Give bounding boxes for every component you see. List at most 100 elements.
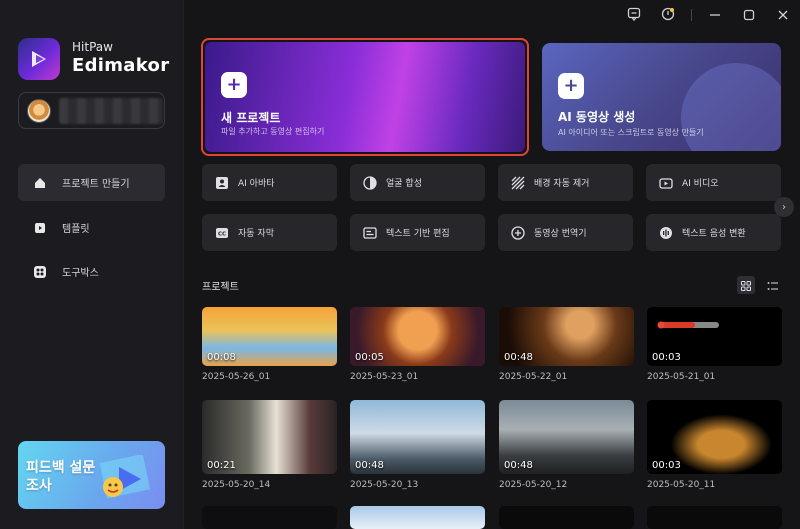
tool-ai-video[interactable]: AI 비디오 [646,164,781,201]
project-card[interactable]: 00:08 2025-05-26_01 [202,307,337,382]
cc-icon: CC [214,225,230,241]
project-card[interactable]: 00:03 2025-05-21_01 [647,307,782,382]
project-thumbnail: 00:21 [202,400,337,474]
tool-bg-remove[interactable]: 배경 자동 제거 [498,164,633,201]
account-name-blurred [59,97,163,124]
project-thumbnail [350,506,485,529]
tool-label: 얼굴 합성 [386,179,422,189]
sidebar-item-create-project[interactable]: 프로젝트 만들기 [18,164,165,201]
translate-icon [510,225,526,241]
list-view-button[interactable] [764,276,782,294]
project-card[interactable] [202,506,337,529]
app-window: HitPaw Edimakor 프로젝트 만들기 템플릿 도구박스 피드백 설문… [0,0,800,529]
maximize-icon [743,6,755,25]
new-project-card[interactable]: + 새 프로젝트 파일 추가하고 동영상 편집하기 [201,38,529,156]
project-thumbnail: 00:05 [350,307,485,366]
sidebar-item-toolbox[interactable]: 도구박스 [18,253,165,290]
close-button[interactable] [766,0,800,30]
maximize-button[interactable] [732,0,766,30]
chat-icon [627,6,641,25]
avatar-icon [214,175,230,191]
projects-title: 프로젝트 [202,282,239,293]
project-date: 2025-05-20_11 [647,480,716,490]
plus-icon: + [558,73,584,99]
project-card[interactable] [350,506,485,529]
edimakor-logo-icon [18,38,60,80]
project-thumbnail: 00:03 [647,400,782,474]
sidebar-item-label: 템플릿 [62,224,90,235]
project-thumbnail [499,506,634,529]
tool-text-based-edit[interactable]: 텍스트 기반 편집 [350,214,485,251]
minimize-button[interactable] [698,0,732,30]
plus-icon: + [221,72,247,98]
project-card[interactable]: 00:48 2025-05-22_01 [499,307,634,382]
grid-view-icon [741,276,751,295]
sidebar-item-templates[interactable]: 템플릿 [18,209,165,246]
tool-face-swap[interactable]: 얼굴 합성 [350,164,485,201]
notification-button[interactable] [651,0,685,30]
project-card[interactable]: 00:48 2025-05-20_13 [350,400,485,490]
tool-label: AI 아바타 [238,179,275,189]
project-thumbnail: 00:48 [499,307,634,366]
project-card[interactable]: 00:48 2025-05-20_12 [499,400,634,490]
project-duration: 00:03 [652,352,681,363]
notification-icon [661,6,675,25]
project-thumbnail [647,506,782,529]
tool-label: 배경 자동 제거 [534,179,590,189]
ai-video-subtitle: AI 아이디어 또는 스크립트로 동영상 만들기 [558,128,704,137]
chevron-right-icon: › [782,201,786,213]
tool-label: AI 비디오 [682,179,719,189]
template-icon [32,220,48,236]
tool-label: 동영상 번역기 [534,229,587,239]
sidebar: HitPaw Edimakor 프로젝트 만들기 템플릿 도구박스 피드백 설문… [0,0,184,529]
project-thumbnail [202,506,337,529]
project-thumbnail: 00:08 [202,307,337,366]
tts-icon [658,225,674,241]
brand: HitPaw Edimakor [18,38,169,80]
main-content: + 새 프로젝트 파일 추가하고 동영상 편집하기 + AI 동영상 생성 AI… [184,0,800,529]
project-duration: 00:03 [652,460,681,471]
project-card[interactable]: 00:05 2025-05-23_01 [350,307,485,382]
sidebar-item-label: 도구박스 [62,268,99,279]
project-duration: 00:48 [355,460,384,471]
feedback-decoration-icon [91,453,151,505]
project-date: 2025-05-20_12 [499,480,568,490]
titlebar-divider [691,9,692,21]
grid-view-button[interactable] [737,276,755,294]
brand-name-top: HitPaw [72,40,113,54]
ai-video-generation-card[interactable]: + AI 동영상 생성 AI 아이디어 또는 스크립트로 동영상 만들기 [542,43,781,151]
feedback-label: 피드백 설문조사 [26,460,96,494]
project-card[interactable]: 00:03 2025-05-20_11 [647,400,782,490]
tool-video-translator[interactable]: 동영상 번역기 [498,214,633,251]
text-edit-icon [362,225,378,241]
new-project-title: 새 프로젝트 [221,111,281,125]
project-date: 2025-05-26_01 [202,372,271,382]
feedback-survey-banner[interactable]: 피드백 설문조사 [18,441,165,509]
toolbox-icon [32,264,48,280]
feedback-chat-button[interactable] [617,0,651,30]
project-card[interactable] [499,506,634,529]
face-swap-icon [362,175,378,191]
list-view-icon [767,276,779,295]
project-date: 2025-05-23_01 [350,372,419,382]
project-duration: 00:48 [504,460,533,471]
tool-text-to-speech[interactable]: 텍스트 음성 변환 [646,214,781,251]
project-card[interactable]: 00:21 2025-05-20_14 [202,400,337,490]
account-button[interactable] [18,92,165,129]
project-duration: 00:21 [207,460,236,471]
project-thumbnail: 00:03 [647,307,782,366]
avatar [27,98,51,123]
close-icon [777,6,789,25]
project-duration: 00:08 [207,352,236,363]
tool-label: 텍스트 기반 편집 [386,229,450,239]
project-date: 2025-05-22_01 [499,372,568,382]
ai-video-title: AI 동영상 생성 [558,110,636,124]
bg-remove-icon [510,175,526,191]
project-date: 2025-05-21_01 [647,372,716,382]
projects-header: 프로젝트 [202,276,782,294]
project-card[interactable] [647,506,782,529]
project-duration: 00:05 [355,352,384,363]
tool-ai-avatar[interactable]: AI 아바타 [202,164,337,201]
tools-scroll-right-button[interactable]: › [774,197,794,217]
tool-auto-subtitle[interactable]: CC 자동 자막 [202,214,337,251]
